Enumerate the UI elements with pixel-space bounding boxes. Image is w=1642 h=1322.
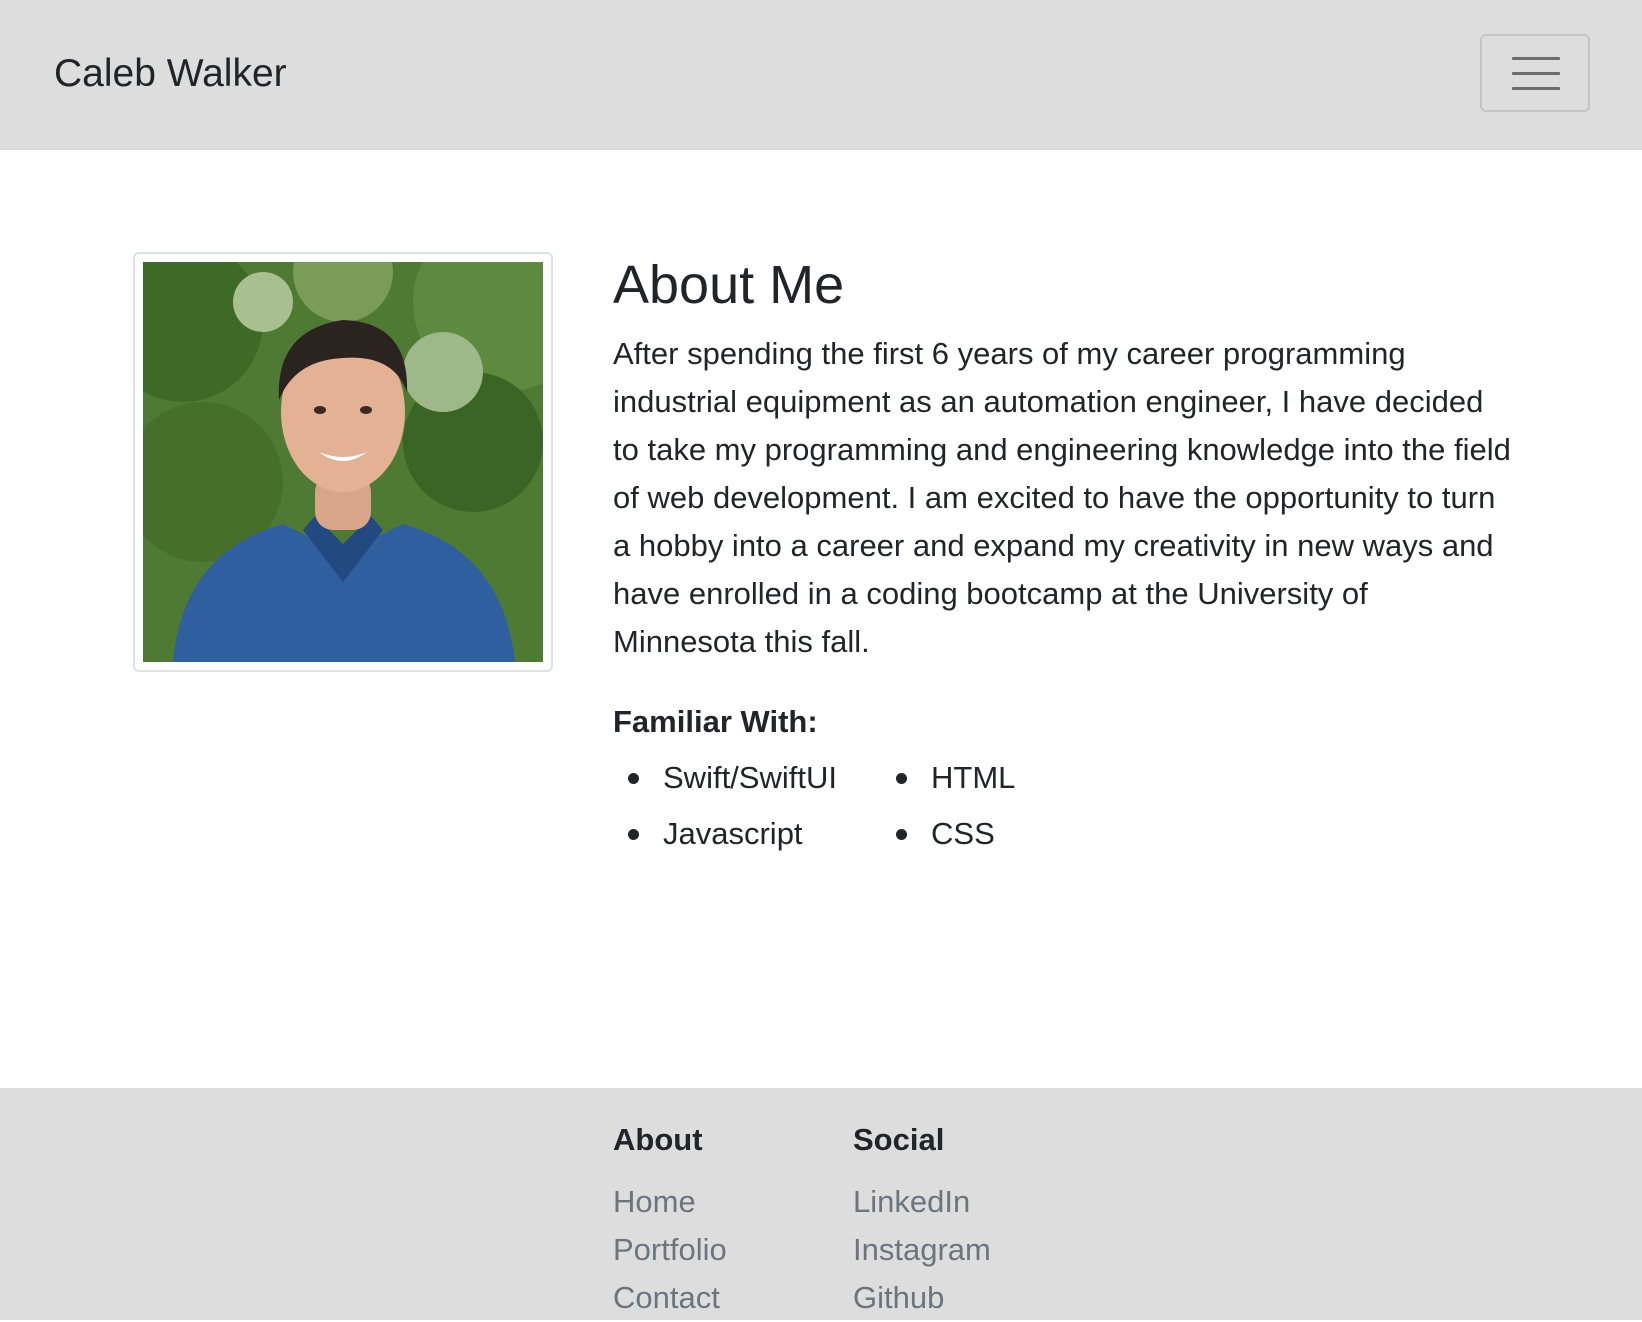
skill-item: Javascript (613, 812, 881, 856)
skill-item: HTML (881, 756, 1081, 800)
navbar-toggler-button[interactable] (1480, 34, 1590, 112)
footer-social-heading: Social (853, 1122, 945, 1157)
footer-about-heading: About (613, 1122, 703, 1157)
footer-about-column: About Home Portfolio Contact (613, 1118, 727, 1322)
about-title: About Me (613, 255, 845, 315)
footer-link-home[interactable]: Home (613, 1178, 727, 1226)
footer: About Home Portfolio Contact Social Link… (0, 1088, 1642, 1320)
footer-link-contact[interactable]: Contact (613, 1274, 727, 1322)
skills-list: Swift/SwiftUI HTML Javascript CSS (613, 756, 1513, 856)
main-content: About Me After spending the first 6 year… (0, 150, 1642, 1088)
footer-link-linkedin[interactable]: LinkedIn (853, 1178, 991, 1226)
profile-photo (143, 262, 543, 662)
skill-item: CSS (881, 812, 1081, 856)
profile-photo-frame (133, 252, 553, 672)
footer-social-column: Social LinkedIn Instagram Github (853, 1118, 991, 1322)
familiar-with-heading: Familiar With: (613, 704, 818, 739)
skill-item: Swift/SwiftUI (613, 756, 881, 800)
footer-link-instagram[interactable]: Instagram (853, 1226, 991, 1274)
about-bio: After spending the first 6 years of my c… (613, 336, 1511, 659)
hamburger-menu-icon (1512, 57, 1560, 91)
footer-link-portfolio[interactable]: Portfolio (613, 1226, 727, 1274)
about-section: About Me After spending the first 6 year… (613, 250, 1513, 856)
navbar: Caleb Walker (0, 0, 1642, 150)
footer-link-github[interactable]: Github (853, 1274, 991, 1322)
brand-link[interactable]: Caleb Walker (54, 48, 287, 100)
